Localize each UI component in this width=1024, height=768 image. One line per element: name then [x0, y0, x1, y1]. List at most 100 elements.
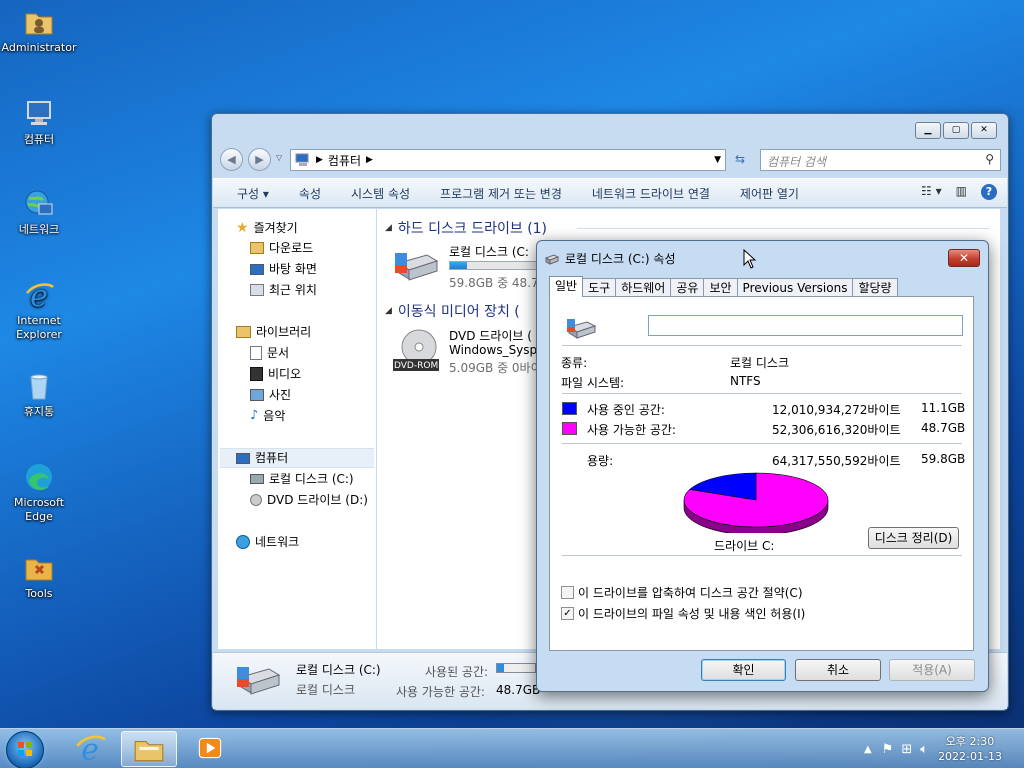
- desktop-icon-network[interactable]: 네트워크: [0, 188, 78, 237]
- drive-name: DVD 드라이브 (: [449, 329, 532, 343]
- desktop-icon-internet-explorer[interactable]: e Internet Explorer: [0, 279, 78, 342]
- nav-local-disk-c[interactable]: 로컬 디스크 (C:): [250, 469, 354, 489]
- recent-places-icon: [250, 284, 264, 296]
- show-hidden-icons-icon[interactable]: ▲: [864, 744, 872, 755]
- tab-tools[interactable]: 도구: [582, 278, 617, 297]
- mouse-cursor-icon: [743, 249, 757, 269]
- clock-date: 2022-01-13: [938, 750, 1002, 763]
- search-input[interactable]: 컴퓨터 검색 ⚲: [760, 149, 1001, 171]
- help-icon[interactable]: ?: [981, 184, 997, 200]
- index-files-label: 이 드라이브의 파일 속성 및 내용 색인 허용(I): [578, 607, 806, 621]
- details-used-label: 사용된 공간:: [425, 665, 489, 679]
- properties-button[interactable]: 속성: [299, 185, 321, 202]
- nav-favorites[interactable]: ★ 즐겨찾기: [236, 218, 298, 238]
- view-options-icon[interactable]: ☷ ▾: [921, 184, 942, 200]
- command-bar: 구성 ▾ 속성 시스템 속성 프로그램 제거 또는 변경 네트워크 드라이브 연…: [213, 178, 1007, 208]
- volume-name-input[interactable]: [648, 315, 963, 336]
- address-dropdown-icon[interactable]: ▼: [714, 155, 721, 165]
- tab-sharing[interactable]: 공유: [670, 278, 705, 297]
- ok-button[interactable]: 확인: [701, 659, 786, 681]
- action-center-flag-icon[interactable]: ⚑: [882, 742, 894, 757]
- nav-computer[interactable]: 컴퓨터: [220, 448, 374, 468]
- minimize-button[interactable]: ▁: [915, 122, 941, 139]
- libraries-icon: [236, 326, 251, 338]
- details-free-label: 사용 가능한 공간:: [396, 685, 485, 699]
- group-header-hdd[interactable]: ◢ 하드 디스크 드라이브 (1): [385, 218, 547, 238]
- nav-libraries[interactable]: 라이브러리: [236, 322, 311, 342]
- nav-network[interactable]: 네트워크: [236, 532, 299, 552]
- forward-button[interactable]: ▶: [248, 148, 271, 171]
- maximize-button[interactable]: ▢: [943, 122, 969, 139]
- desktop-icon: [250, 263, 264, 275]
- desktop-icon-computer[interactable]: 컴퓨터: [0, 98, 78, 147]
- apply-button[interactable]: 적용(A): [889, 659, 975, 681]
- disk-properties-dialog[interactable]: 로컬 디스크 (C:) 속성 ✕ 일반 도구 하드웨어 공유 보안 Previo…: [536, 240, 989, 692]
- close-button[interactable]: ✕: [971, 122, 997, 139]
- organize-button[interactable]: 구성 ▾: [237, 185, 269, 202]
- desktop-icon-label: Administrator: [1, 41, 77, 54]
- nav-label: 비디오: [268, 367, 302, 381]
- uninstall-program-button[interactable]: 프로그램 제거 또는 변경: [440, 185, 562, 202]
- open-control-panel-button[interactable]: 제어판 열기: [740, 185, 799, 202]
- nav-label: 라이브러리: [256, 325, 312, 339]
- back-button[interactable]: ◀: [220, 148, 243, 171]
- breadcrumb-arrow-icon[interactable]: ▶: [366, 155, 373, 165]
- forward-arrow-icon: ▶: [255, 153, 264, 166]
- hard-drive-small-icon: [545, 253, 559, 265]
- tab-previous-versions[interactable]: Previous Versions: [736, 278, 854, 297]
- nav-recent-places[interactable]: 최근 위치: [250, 280, 317, 300]
- used-space-color-swatch: [562, 402, 577, 415]
- collapse-icon[interactable]: ◢: [385, 223, 392, 233]
- recent-pages-dropdown[interactable]: ▽: [276, 153, 282, 162]
- nav-dvd-drive-d[interactable]: DVD 드라이브 (D:): [250, 490, 368, 510]
- address-bar[interactable]: ▶ 컴퓨터 ▶ ▼: [290, 149, 726, 171]
- nav-label: 로컬 디스크 (C:): [269, 472, 354, 486]
- computer-icon: [27, 101, 51, 125]
- nav-videos[interactable]: 비디오: [250, 364, 301, 384]
- tab-quota[interactable]: 할당량: [852, 278, 898, 297]
- nav-label: 즐겨찾기: [253, 221, 298, 235]
- system-properties-button[interactable]: 시스템 속성: [351, 185, 410, 202]
- refresh-button[interactable]: ⇆: [729, 149, 751, 171]
- preview-pane-icon[interactable]: ▥: [956, 184, 967, 200]
- drive-free-space: 5.09GB 중 0바이: [449, 361, 542, 375]
- desktop-icon-recycle-bin[interactable]: 휴지통: [0, 370, 78, 419]
- used-space-gb: 11.1GB: [921, 401, 966, 415]
- taskbar-internet-explorer[interactable]: e: [62, 731, 118, 768]
- back-arrow-icon: ◀: [227, 153, 236, 166]
- group-header-removable[interactable]: ◢ 이동식 미디어 장치 (: [385, 301, 520, 321]
- collapse-icon[interactable]: ◢: [385, 306, 392, 316]
- hard-drive-icon: [250, 474, 264, 484]
- breadcrumb-computer[interactable]: 컴퓨터: [328, 152, 361, 169]
- desktop-icon-tools[interactable]: Tools: [0, 552, 78, 601]
- clock[interactable]: 오후 2:30 2022-01-13: [938, 734, 1002, 764]
- nav-downloads[interactable]: 다운로드: [250, 238, 313, 258]
- disk-cleanup-button[interactable]: 디스크 정리(D): [868, 527, 959, 549]
- nav-pictures[interactable]: 사진: [250, 385, 291, 405]
- tab-hardware[interactable]: 하드웨어: [615, 278, 672, 297]
- map-network-drive-button[interactable]: 네트워크 드라이브 연결: [592, 185, 710, 202]
- downloads-folder-icon: [250, 242, 264, 254]
- taskbar-media-player[interactable]: [182, 731, 238, 767]
- desktop-icon-microsoft-edge[interactable]: Microsoft Edge: [0, 461, 78, 524]
- search-icon[interactable]: ⚲: [985, 152, 994, 166]
- taskbar-windows-explorer[interactable]: [121, 731, 177, 767]
- cancel-button[interactable]: 취소: [795, 659, 881, 681]
- tab-general[interactable]: 일반: [549, 276, 584, 297]
- free-space-label: 사용 가능한 공간:: [587, 423, 676, 437]
- index-files-checkbox[interactable]: ✓: [561, 607, 574, 620]
- network-status-icon[interactable]: ⊞: [901, 742, 912, 757]
- nav-documents[interactable]: 문서: [250, 343, 289, 363]
- start-button[interactable]: [6, 731, 44, 768]
- drive-tile-d[interactable]: DVD-ROM DVD 드라이브 ( Windows_Syspre 5.09GB…: [393, 325, 549, 379]
- compress-drive-checkbox[interactable]: [561, 586, 574, 599]
- dialog-close-button[interactable]: ✕: [948, 249, 980, 267]
- group-divider: [577, 228, 990, 229]
- desktop-icon-administrator[interactable]: Administrator: [0, 6, 78, 55]
- drive-name: 로컬 디스크 (C:: [449, 245, 529, 259]
- nav-desktop[interactable]: 바탕 화면: [250, 259, 317, 279]
- nav-music[interactable]: ♪ 음악: [250, 406, 285, 426]
- tab-security[interactable]: 보안: [703, 278, 738, 297]
- volume-icon[interactable]: 🔈︎: [920, 742, 928, 757]
- drive-tile-c[interactable]: 로컬 디스크 (C: 59.8GB 중 48.7G: [393, 241, 548, 295]
